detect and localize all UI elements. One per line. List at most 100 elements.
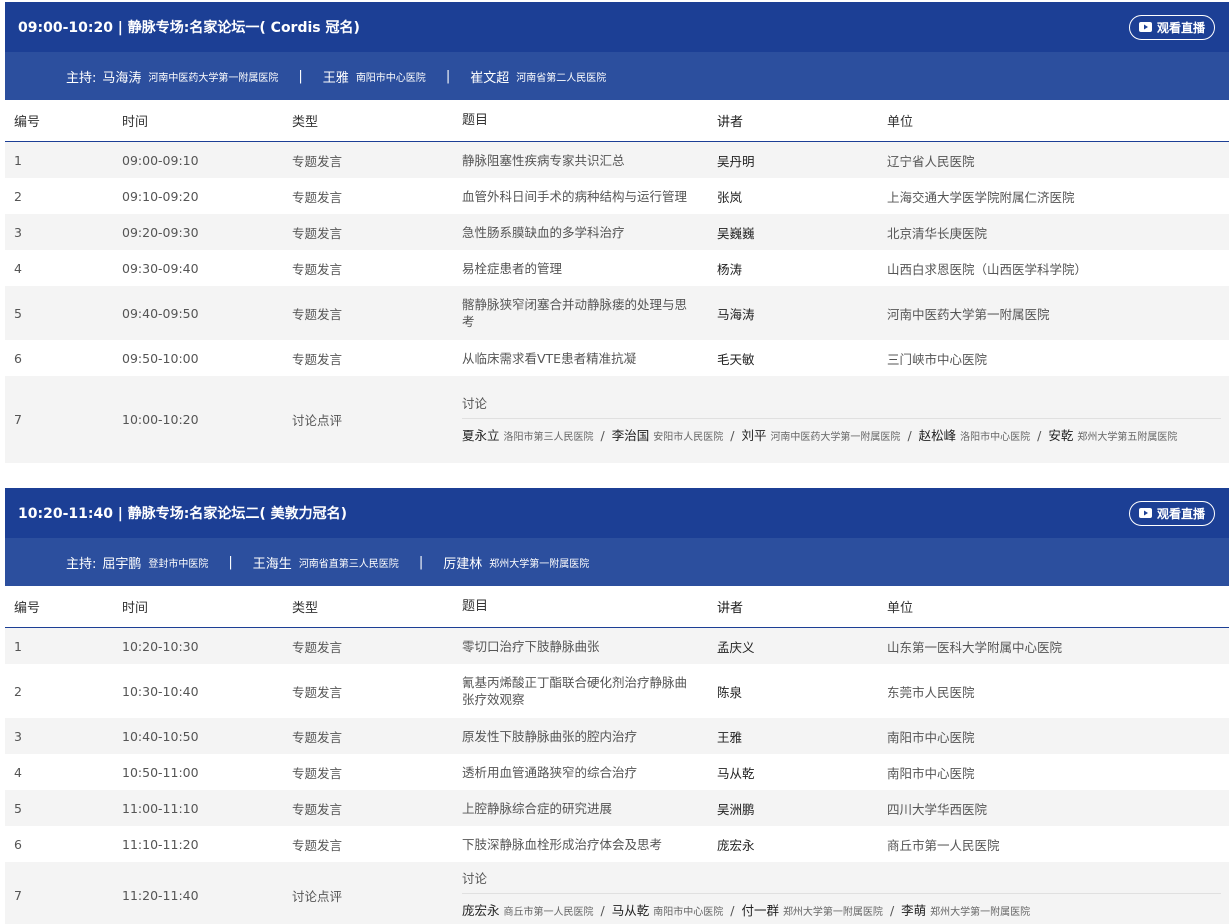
cell-topic: 从临床需求看VTE患者精准抗凝 (462, 350, 637, 366)
panelist-name: 李治国 (611, 427, 650, 443)
cell-type: 专题发言 (292, 765, 343, 781)
cell-time: 11:00-11:10 (122, 800, 199, 816)
host-separator: | (298, 68, 303, 84)
panelist-name: 安乾 (1048, 427, 1074, 443)
discussion-cell: 讨论 夏永立 洛阳市第三人民医院 / 李治国 安阳市人民医院 / 刘平 河南中医药大学第一… (462, 376, 1229, 463)
cell-type: 专题发言 (292, 153, 343, 169)
header-topic: 题目 (462, 599, 489, 614)
host-label: 主持: (66, 70, 97, 86)
cell-type: 专题发言 (292, 351, 343, 367)
cell-topic: 氰基丙烯酸正丁酯联合硬化剂治疗静脉曲张疗效观察 (462, 675, 688, 707)
panelist-name: 马从乾 (611, 903, 650, 918)
discussion-cell: 讨论 庞宏永 商丘市第一人民医院 / 马从乾 南阳市中心医院 / 付一群 郑州大学第一附属… (462, 862, 1229, 924)
header-no: 编号 (14, 115, 41, 130)
discussion-panelists: 庞宏永 商丘市第一人民医院 / 马从乾 南阳市中心医院 / 付一群 郑州大学第一附属医院… (462, 902, 1221, 922)
session-header: 10:20-11:40 | 静脉专场:名家论坛二( 美敦力冠名) 观看直播 (5, 488, 1229, 538)
cell-speaker: 吴洲鹏 (717, 801, 755, 817)
cell-topic: 原发性下肢静脉曲张的腔内治疗 (462, 728, 638, 744)
panelist-org: 南阳市中心医院 (653, 907, 724, 918)
cell-topic: 易栓症患者的管理 (462, 260, 563, 276)
cell-type: 专题发言 (292, 801, 343, 817)
cell-time: 10:00-10:20 (122, 412, 199, 427)
table-row: 2 09:10-09:20 专题发言 血管外科日间手术的病种结构与运行管理 张岚 上海交通… (5, 178, 1229, 214)
discussion-panelists: 夏永立 洛阳市第三人民医院 / 李治国 安阳市人民医院 / 刘平 河南中医药大学第一附属… (462, 427, 1221, 447)
play-icon (1138, 22, 1152, 32)
cell-time: 09:50-10:00 (122, 350, 199, 366)
header-topic: 题目 (462, 113, 489, 128)
hosts-bar: 主持: 马海涛 河南中医药大学第一附属医院 | 王雅 南阳市中心医院 | 崔文超 河南省第二人民… (5, 52, 1229, 100)
cell-topic: 髂静脉狭窄闭塞合并动静脉瘘的处理与思考 (462, 297, 688, 329)
table-row: 1 10:20-10:30 专题发言 零切口治疗下肢静脉曲张 孟庆义 山东第一医科大学附属… (5, 628, 1229, 664)
cell-no: 2 (14, 683, 22, 699)
header-time: 时间 (122, 115, 149, 130)
host-name: 王雅 (322, 70, 349, 86)
cell-type: 专题发言 (292, 837, 343, 853)
header-speaker: 讲者 (717, 115, 744, 130)
cell-topic: 急性肠系膜缺血的多学科治疗 (462, 224, 625, 240)
cell-type: 讨论点评 (292, 888, 343, 904)
cell-type: 专题发言 (292, 225, 343, 241)
cell-speaker: 马从乾 (717, 765, 755, 781)
panelist-separator: / (600, 427, 605, 443)
cell-no: 6 (14, 350, 22, 366)
cell-org: 北京清华长庚医院 (887, 225, 988, 241)
cell-time: 09:20-09:30 (122, 224, 199, 240)
session-2: 10:20-11:40 | 静脉专场:名家论坛二( 美敦力冠名) 观看直播 主持: 屈… (5, 488, 1229, 924)
table-row: 3 09:20-09:30 专题发言 急性肠系膜缺血的多学科治疗 吴巍巍 北京清华长庚医院 (5, 214, 1229, 250)
panelist-separator: / (907, 427, 912, 443)
discussion-title: 讨论 (462, 393, 1221, 419)
cell-speaker: 马海涛 (717, 306, 755, 322)
session-1: 09:00-10:20 | 静脉专场:名家论坛一( Cordis 冠名) 观看直播… (5, 2, 1229, 463)
session-title: 10:20-11:40 | 静脉专场:名家论坛二( 美敦力冠名) (18, 506, 348, 522)
header-type: 类型 (292, 601, 319, 616)
panelist-separator: / (1037, 427, 1042, 443)
watch-live-button[interactable]: 观看直播 (1128, 14, 1215, 40)
host-org: 河南省第二人民医院 (516, 72, 607, 84)
cell-org: 山东第一医科大学附属中心医院 (887, 639, 1063, 655)
cell-no: 4 (14, 260, 22, 276)
table-row: 1 09:00-09:10 专题发言 静脉阻塞性疾病专家共识汇总 吴丹明 辽宁省人民医院 (5, 142, 1229, 178)
host-org: 河南中医药大学第一附属医院 (148, 72, 279, 84)
host-org: 南阳市中心医院 (355, 72, 426, 84)
cell-topic: 透析用血管通路狭窄的综合治疗 (462, 764, 638, 780)
cell-speaker: 吴丹明 (717, 153, 755, 169)
host-name: 王海生 (252, 556, 292, 572)
host-separator: | (445, 68, 451, 84)
cell-speaker: 孟庆义 (717, 639, 755, 655)
host-name: 马海涛 (102, 70, 142, 86)
session-title: 09:00-10:20 | 静脉专场:名家论坛一( Cordis 冠名) (18, 20, 360, 36)
cell-time: 09:30-09:40 (122, 260, 199, 276)
cell-time: 11:10-11:20 (122, 836, 199, 852)
cell-no: 6 (14, 836, 22, 852)
watch-live-label: 观看直播 (1156, 20, 1205, 35)
header-no: 编号 (14, 601, 41, 616)
host-label: 主持: (66, 556, 97, 572)
panelist-separator: / (730, 427, 735, 443)
panelist-org: 郑州大学第五附属医院 (1077, 431, 1178, 443)
play-icon (1138, 508, 1152, 518)
cell-org: 四川大学华西医院 (887, 801, 988, 817)
panelist-name: 李萌 (901, 903, 927, 918)
cell-time: 09:00-09:10 (122, 152, 199, 168)
panelist-name: 赵松峰 (918, 427, 957, 443)
cell-topic: 静脉阻塞性疾病专家共识汇总 (462, 152, 625, 168)
panelist-org: 河南中医药大学第一附属医院 (770, 431, 901, 443)
cell-org: 辽宁省人民医院 (887, 153, 975, 169)
cell-org: 三门峡市中心医院 (887, 351, 988, 367)
host-org: 郑州大学第一附属医院 (489, 558, 590, 570)
cell-type: 专题发言 (292, 729, 343, 745)
cell-speaker: 王雅 (717, 729, 743, 745)
cell-no: 2 (14, 188, 22, 204)
cell-time: 09:40-09:50 (122, 305, 199, 321)
host-separator: | (418, 554, 424, 570)
panelist-org: 郑州大学第一附属医院 (782, 907, 883, 918)
table-row: 4 09:30-09:40 专题发言 易栓症患者的管理 杨涛 山西白求恩医院（山西医学科学… (5, 250, 1229, 286)
watch-live-button[interactable]: 观看直播 (1128, 500, 1215, 526)
table-row: 5 09:40-09:50 专题发言 髂静脉狭窄闭塞合并动静脉瘘的处理与思考 马海涛 河南… (5, 286, 1229, 340)
table-header: 编号 时间 类型 题目 讲者 单位 (5, 586, 1229, 628)
cell-topic: 血管外科日间手术的病种结构与运行管理 (462, 188, 688, 204)
cell-speaker: 杨涛 (717, 261, 743, 277)
cell-speaker: 陈泉 (717, 684, 743, 700)
cell-org: 南阳市中心医院 (887, 765, 975, 781)
cell-org: 山西白求恩医院（山西医学科学院） (887, 261, 1088, 277)
